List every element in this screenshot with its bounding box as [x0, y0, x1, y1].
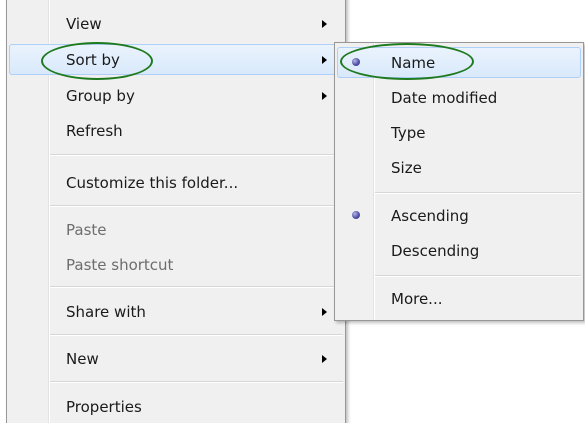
menu-item-label: Customize this folder... — [66, 174, 239, 192]
menu-item-label: Group by — [66, 87, 135, 105]
menu-item-new[interactable]: New — [9, 343, 343, 374]
submenu-separator — [375, 192, 581, 194]
menu-item-label: Sort by — [66, 51, 120, 69]
submenu-item-label: More... — [391, 290, 443, 308]
menu-separator — [50, 334, 343, 336]
menu-item-sort-by[interactable]: Sort by — [9, 44, 343, 75]
menu-item-label: Refresh — [66, 122, 123, 140]
menu-item-properties[interactable]: Properties — [9, 391, 343, 422]
sort-option-descending[interactable]: Descending — [337, 235, 581, 266]
submenu-arrow-icon — [322, 20, 327, 28]
submenu-item-label: Ascending — [391, 207, 469, 225]
menu-item-customize-folder[interactable]: Customize this folder... — [9, 167, 343, 198]
submenu-separator — [375, 275, 581, 277]
submenu-arrow-icon — [322, 92, 327, 100]
menu-separator — [50, 205, 343, 207]
menu-item-refresh[interactable]: Refresh — [9, 115, 343, 146]
submenu-item-label: Name — [391, 54, 436, 72]
menu-item-label: Paste — [66, 221, 107, 239]
radio-bullet-icon — [352, 58, 360, 66]
sort-option-type[interactable]: Type — [337, 117, 581, 148]
menu-separator — [50, 286, 343, 288]
desktop-stage: View Sort by Group by Refresh Customize … — [0, 0, 585, 423]
submenu-arrow-icon — [322, 355, 327, 363]
menu-separator — [50, 381, 343, 383]
menu-separator — [50, 154, 343, 156]
sort-option-name[interactable]: Name — [337, 47, 581, 78]
menu-item-share-with[interactable]: Share with — [9, 296, 343, 327]
submenu-item-label: Descending — [391, 242, 480, 260]
submenu-item-label: Date modified — [391, 89, 498, 107]
menu-item-label: Paste shortcut — [66, 256, 174, 274]
sort-option-more[interactable]: More... — [337, 283, 581, 314]
sort-option-date-modified[interactable]: Date modified — [337, 82, 581, 113]
menu-item-label: Share with — [66, 303, 146, 321]
sort-option-ascending[interactable]: Ascending — [337, 200, 581, 231]
menu-item-label: Properties — [66, 398, 142, 416]
sort-option-size[interactable]: Size — [337, 152, 581, 183]
submenu-arrow-icon — [322, 56, 327, 64]
radio-bullet-icon — [352, 211, 360, 219]
menu-item-view[interactable]: View — [9, 8, 343, 39]
menu-item-group-by[interactable]: Group by — [9, 80, 343, 111]
menu-item-paste-shortcut[interactable]: Paste shortcut — [9, 249, 343, 280]
submenu-item-label: Size — [391, 159, 422, 177]
context-menu: View Sort by Group by Refresh Customize … — [6, 0, 346, 423]
menu-item-paste[interactable]: Paste — [9, 214, 343, 245]
submenu-item-label: Type — [391, 124, 426, 142]
menu-item-label: New — [66, 350, 99, 368]
submenu-arrow-icon — [322, 308, 327, 316]
menu-item-label: View — [66, 15, 102, 33]
sort-by-submenu: Name Date modified Type Size Ascending D… — [334, 42, 584, 321]
